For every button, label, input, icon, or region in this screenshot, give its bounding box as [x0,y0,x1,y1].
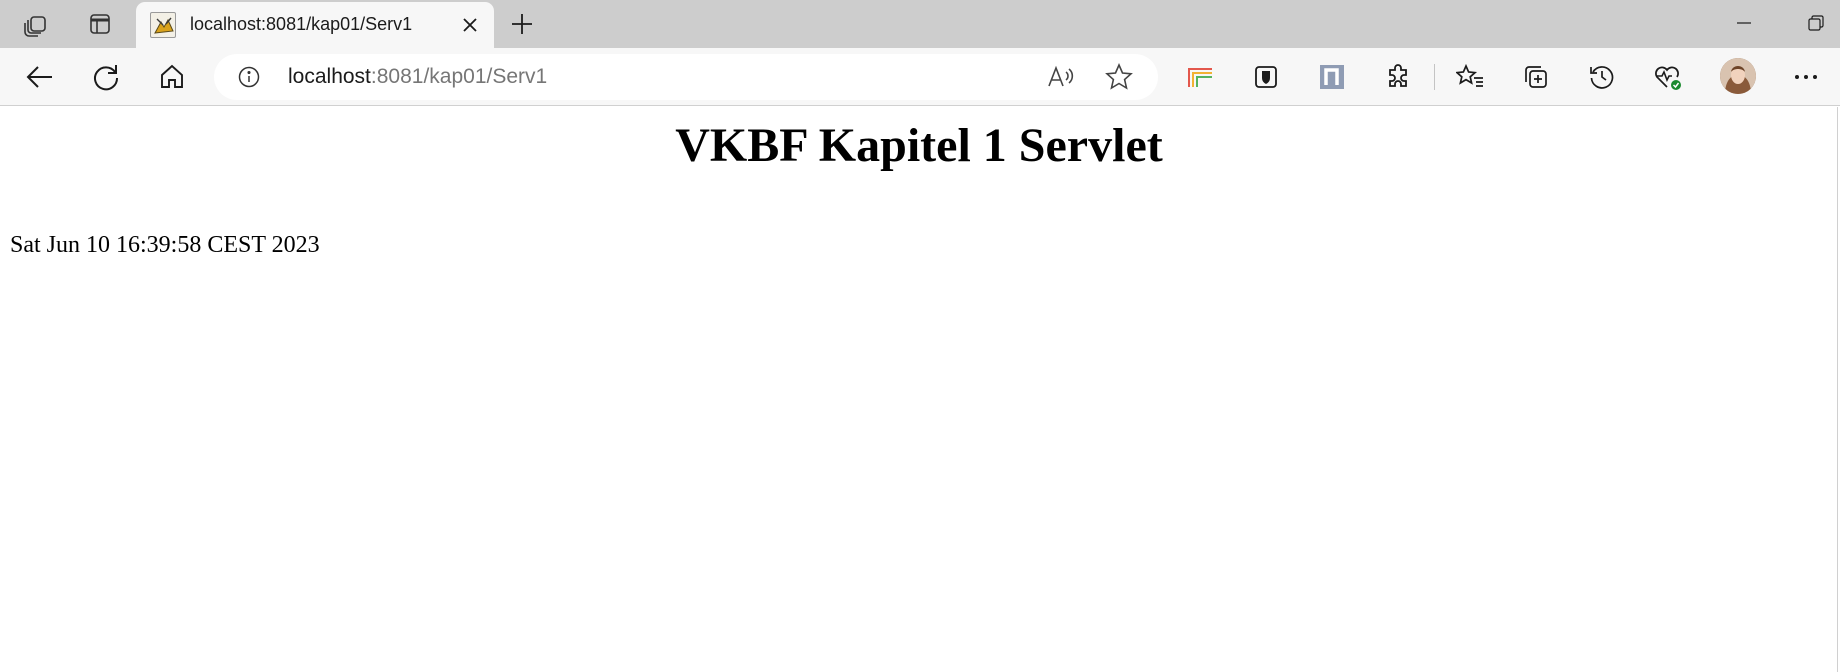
refresh-icon[interactable] [86,57,126,97]
read-aloud-icon[interactable] [1046,62,1076,92]
back-arrow-icon[interactable] [20,57,60,97]
address-url[interactable]: localhost:8081/kap01/Serv1 [288,65,547,89]
close-icon[interactable] [456,11,484,39]
workspaces-icon[interactable] [12,4,60,44]
more-dots-icon[interactable] [1786,57,1826,97]
page-viewport: VKBF Kapitel 1 Servlet Sat Jun 10 16:39:… [0,107,1838,672]
history-icon[interactable] [1582,57,1622,97]
multi-color-extension-icon[interactable] [1180,57,1220,97]
profile-avatar[interactable] [1720,58,1756,94]
vertical-tabs-icon[interactable] [76,4,124,44]
active-tab[interactable]: localhost:8081/kap01/Serv1 [136,2,494,48]
favorites-list-icon[interactable] [1450,57,1490,97]
bitwarden-extension-icon[interactable] [1246,57,1286,97]
address-path: :8081/kap01/Serv1 [370,65,548,88]
tab-strip: localhost:8081/kap01/Serv1 [0,0,1840,48]
puzzle-icon[interactable] [1378,57,1418,97]
minimize-icon[interactable] [1712,0,1776,46]
notion-extension-icon[interactable] [1312,57,1352,97]
star-icon[interactable] [1104,62,1134,92]
page-title: VKBF Kapitel 1 Servlet [675,119,1163,172]
maximize-icon[interactable] [1784,0,1840,46]
address-host: localhost [288,65,371,88]
plus-icon[interactable] [502,4,542,44]
address-bar[interactable]: localhost:8081/kap01/Serv1 [214,54,1158,100]
heartbeat-icon[interactable] [1648,57,1688,97]
info-icon[interactable] [238,66,260,88]
tab-title: localhost:8081/kap01/Serv1 [190,14,413,34]
toolbar-separator [1434,64,1435,90]
collections-icon[interactable] [1516,57,1556,97]
browser-toolbar: localhost:8081/kap01/Serv1 [0,48,1840,106]
server-date-text: Sat Jun 10 16:39:58 CEST 2023 [10,232,320,258]
home-icon[interactable] [152,57,192,97]
tomcat-favicon-icon [150,12,176,38]
